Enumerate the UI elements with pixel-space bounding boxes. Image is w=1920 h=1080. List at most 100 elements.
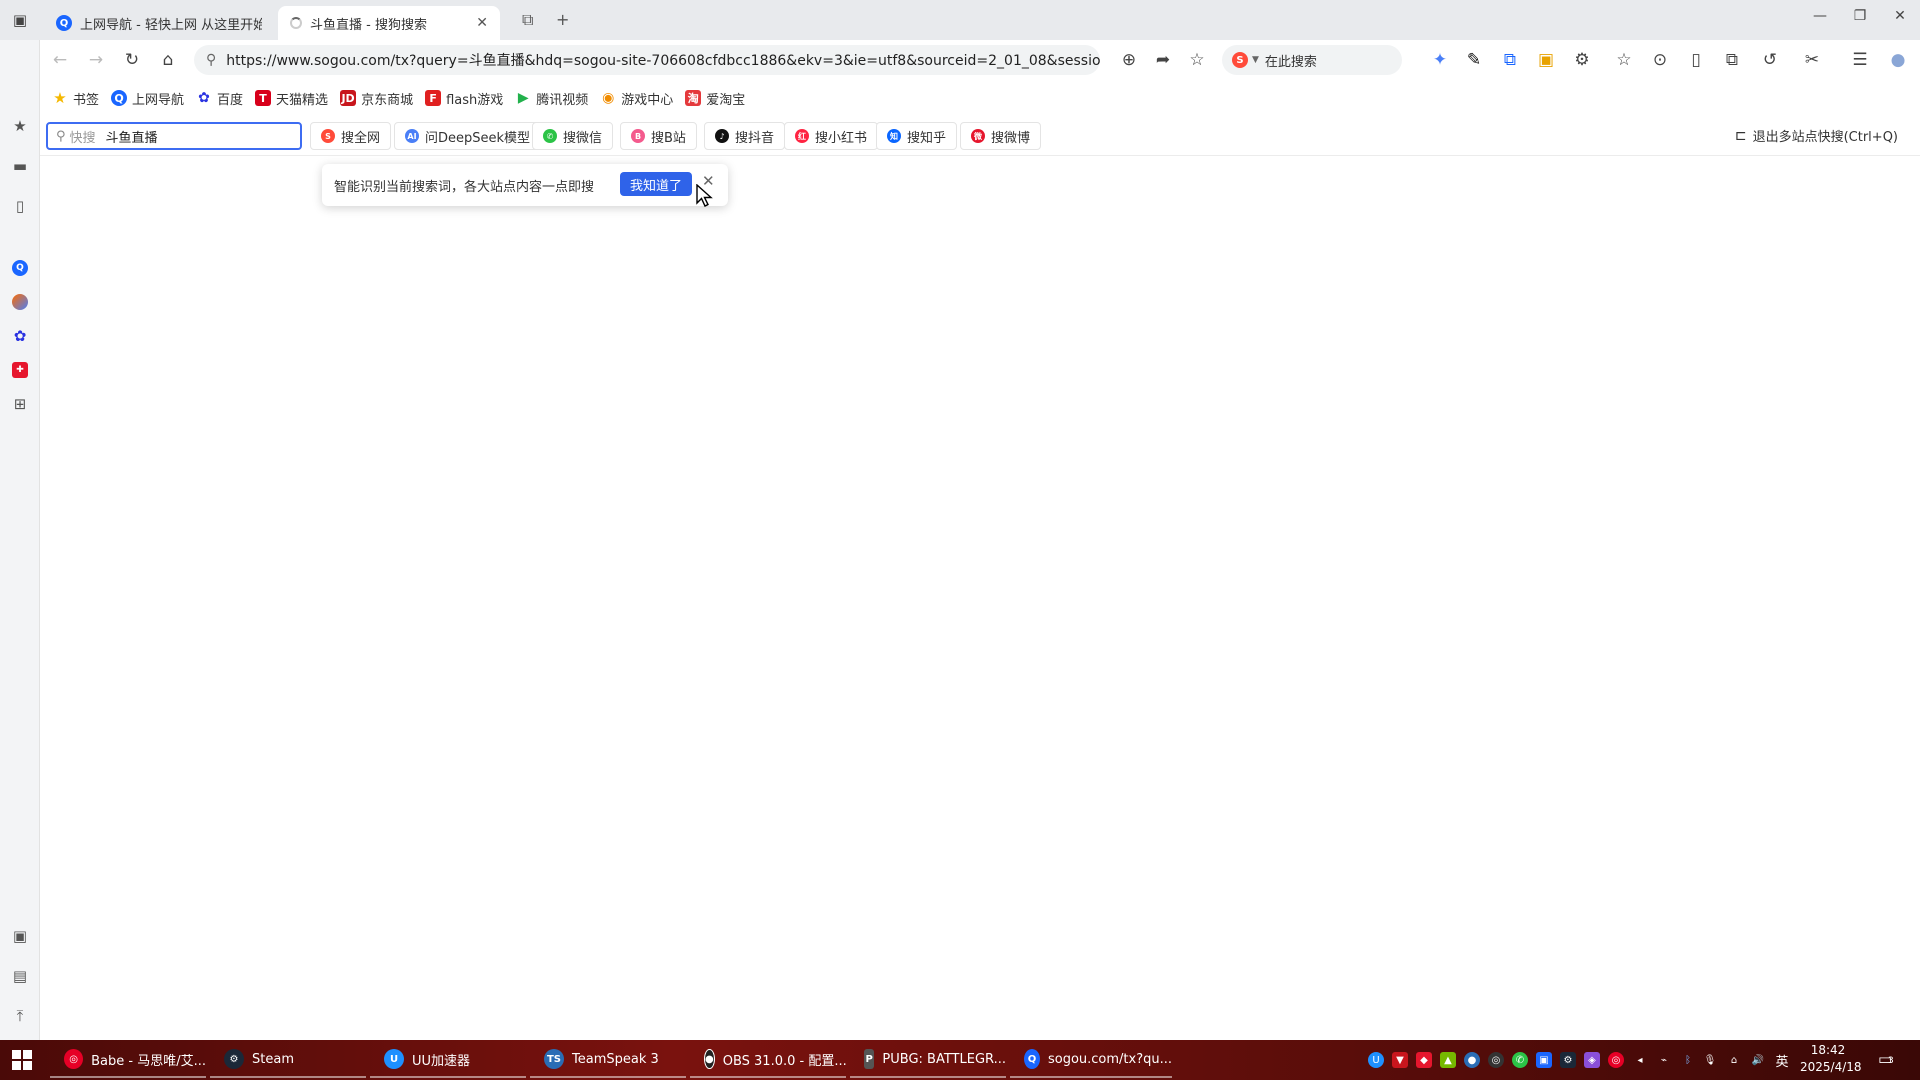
tencent-video-icon: ▶ bbox=[517, 90, 529, 106]
site-button-bilibili[interactable]: B 搜B站 bbox=[620, 122, 697, 150]
tray-network-icon[interactable]: ⌁ bbox=[1656, 1052, 1672, 1068]
taskbar-label: sogou.com/tx?qu... bbox=[1047, 1051, 1172, 1067]
bookmark-item[interactable]: JD 京东商城 bbox=[340, 89, 413, 108]
page-search-icon[interactable]: ⊕ bbox=[1117, 48, 1141, 72]
bookmark-item[interactable]: ◉ 游戏中心 bbox=[600, 89, 673, 108]
taskbar-item-obs[interactable]: ● OBS 31.0.0 - 配置... bbox=[690, 1042, 847, 1078]
taskbar-item-steam[interactable]: ⚙ Steam bbox=[210, 1042, 366, 1078]
cut-tool-icon[interactable]: ✂ bbox=[1800, 48, 1824, 72]
bookmark-item[interactable]: ▶ 腾讯视频 bbox=[515, 89, 588, 108]
download-icon[interactable]: ⊙ bbox=[1648, 48, 1672, 72]
tray-volume-small-icon[interactable]: ◂ bbox=[1632, 1052, 1648, 1068]
avatar[interactable]: ● bbox=[1886, 48, 1910, 72]
sidebar-media-icon[interactable]: ▣ bbox=[8, 924, 32, 948]
tray-uu-icon[interactable]: U bbox=[1368, 1052, 1384, 1068]
forward-icon[interactable]: → bbox=[84, 48, 108, 72]
tray-red-icon[interactable]: ▼ bbox=[1392, 1052, 1408, 1068]
tab-sidebar-toggle-icon[interactable]: ▣ bbox=[8, 10, 32, 30]
sidebar-qq-browser-icon[interactable]: Q bbox=[8, 256, 32, 280]
address-bar[interactable]: ⚲ https://www.sogou.com/tx?query=斗鱼直播&hd… bbox=[194, 45, 1100, 75]
taskbar-item-music[interactable]: ◎ Babe - 马思唯/艾... bbox=[50, 1042, 206, 1078]
minimize-icon[interactable]: — bbox=[1800, 8, 1840, 24]
tray-game-icon[interactable]: ◆ bbox=[1416, 1052, 1432, 1068]
site-button-zhihu[interactable]: 知 搜知乎 bbox=[876, 122, 958, 150]
tray-teamspeak-icon[interactable]: ● bbox=[1464, 1052, 1480, 1068]
tab-group-icon[interactable]: ⧉ bbox=[522, 10, 533, 30]
bookmark-item[interactable]: ★ 书签 bbox=[52, 89, 99, 108]
taskbar-item-uu[interactable]: U UU加速器 bbox=[370, 1042, 526, 1078]
tray-blue-app-icon[interactable]: ▣ bbox=[1536, 1052, 1552, 1068]
tray-wechat-icon[interactable]: ✆ bbox=[1512, 1052, 1528, 1068]
sidebar-add-icon[interactable]: ⊞ bbox=[8, 392, 32, 416]
toolbox-icon[interactable]: ▤ bbox=[8, 964, 32, 988]
site-button-douyin[interactable]: ♪ 搜抖音 bbox=[704, 122, 786, 150]
exit-multi-search-button[interactable]: ⊏ 退出多站点快搜(Ctrl+Q) bbox=[1735, 126, 1898, 146]
search-box[interactable]: S ▼ 在此搜索 bbox=[1222, 45, 1402, 75]
taskbar-item-pubg[interactable]: P PUBG: BATTLEGR... bbox=[850, 1042, 1006, 1078]
windows-start-icon[interactable] bbox=[12, 1050, 32, 1070]
extensions-icon[interactable]: ⚙ bbox=[1570, 48, 1594, 72]
speaker-icon[interactable]: 🔊 bbox=[1750, 1052, 1766, 1068]
bookmark-item[interactable]: Q 上网导航 bbox=[111, 89, 184, 108]
tray-music-icon[interactable]: ◎ bbox=[1608, 1052, 1624, 1068]
folder-icon[interactable]: ▬ bbox=[8, 154, 32, 178]
bookmark-item[interactable]: F flash游戏 bbox=[425, 89, 503, 108]
pin-icon[interactable]: ⤒ bbox=[8, 1004, 32, 1028]
reading-icon[interactable]: ▯ bbox=[1684, 48, 1708, 72]
tray-purple-app-icon[interactable]: ◈ bbox=[1584, 1052, 1600, 1068]
window-close-icon[interactable]: ✕ bbox=[1880, 8, 1920, 24]
restore-icon[interactable]: ❐ bbox=[1840, 8, 1880, 24]
bookmark-item[interactable]: 淘 爱淘宝 bbox=[685, 89, 745, 108]
sidebar-baidu-icon[interactable]: ✿ bbox=[8, 324, 32, 348]
qq-browser-icon: Q bbox=[1024, 1049, 1040, 1069]
microphone-icon[interactable]: 🎙 bbox=[1702, 1052, 1718, 1068]
taskbar-item-browser[interactable]: Q sogou.com/tx?qu... bbox=[1010, 1042, 1172, 1078]
reload-icon[interactable]: ↻ bbox=[120, 48, 144, 72]
favorites-icon[interactable]: ☆ bbox=[1612, 48, 1636, 72]
new-tab-icon[interactable]: + bbox=[556, 10, 569, 29]
translate-icon[interactable]: ⧉ bbox=[1498, 48, 1522, 72]
menu-icon[interactable]: ☰ bbox=[1848, 48, 1872, 72]
tray-steam-icon[interactable]: ⚙ bbox=[1560, 1052, 1576, 1068]
tab-navigation[interactable]: Q 上网导航 - 轻快上网 从这里开始 bbox=[44, 6, 274, 40]
site-button-deepseek[interactable]: AI 问DeepSeek模型 bbox=[394, 122, 542, 150]
site-button-weibo[interactable]: 微 搜微博 bbox=[960, 122, 1042, 150]
tab-close-icon[interactable]: ✕ bbox=[476, 15, 488, 31]
window-icon[interactable]: ⧉ bbox=[1720, 48, 1744, 72]
got-it-button[interactable]: 我知道了 bbox=[620, 172, 692, 196]
sogou-engine-icon[interactable]: S bbox=[1232, 52, 1248, 68]
wifi-icon[interactable]: ⌂ bbox=[1726, 1052, 1742, 1068]
favorites-star-icon[interactable]: ★ bbox=[8, 114, 32, 138]
sidebar-ai-icon[interactable] bbox=[8, 290, 32, 314]
ai-assistant-icon[interactable]: ✦ bbox=[1428, 48, 1452, 72]
taskbar-item-teamspeak[interactable]: TS TeamSpeak 3 bbox=[530, 1042, 686, 1078]
site-label: 搜微博 bbox=[991, 130, 1031, 146]
site-label: 搜知乎 bbox=[907, 130, 947, 146]
site-button-all[interactable]: S 搜全网 bbox=[310, 122, 392, 150]
screenshot-icon[interactable]: ✎ bbox=[1462, 48, 1486, 72]
quick-search-input[interactable] bbox=[105, 128, 256, 144]
bookmark-item[interactable]: T 天猫精选 bbox=[255, 89, 328, 108]
tray-obs-icon[interactable]: ◎ bbox=[1488, 1052, 1504, 1068]
bookmark-star-icon[interactable]: ☆ bbox=[1185, 48, 1209, 72]
history-icon[interactable]: ↺ bbox=[1758, 48, 1782, 72]
notification-center-icon[interactable]: ▭ 3 bbox=[1878, 1050, 1900, 1070]
bookmark-item[interactable]: ✿ 百度 bbox=[196, 89, 243, 108]
address-url[interactable]: https://www.sogou.com/tx?query=斗鱼直播&hdq=… bbox=[226, 50, 1100, 70]
share-icon[interactable]: ➦ bbox=[1151, 48, 1175, 72]
baidu-icon: ✿ bbox=[198, 90, 210, 106]
site-button-xiaohongshu[interactable]: 红 搜小红书 bbox=[784, 122, 879, 150]
quick-search-box[interactable]: ⚲ 快搜 bbox=[46, 122, 302, 150]
bluetooth-icon[interactable]: ᛒ bbox=[1680, 1052, 1696, 1068]
chevron-down-icon[interactable]: ▼ bbox=[1252, 55, 1259, 65]
tray-nvidia-icon[interactable]: ▲ bbox=[1440, 1052, 1456, 1068]
clock[interactable]: 18:42 2025/4/18 bbox=[1800, 1042, 1862, 1076]
sidebar-red-app-icon[interactable]: ✚ bbox=[8, 358, 32, 382]
tab-sogou-search[interactable]: 斗鱼直播 - 搜狗搜索 ✕ bbox=[278, 6, 500, 40]
file-icon[interactable]: ▣ bbox=[1534, 48, 1558, 72]
back-icon[interactable]: ← bbox=[48, 48, 72, 72]
ime-indicator[interactable]: 英 bbox=[1774, 1052, 1790, 1070]
home-icon[interactable]: ⌂ bbox=[156, 48, 180, 72]
phone-icon[interactable]: ▯ bbox=[8, 194, 32, 218]
site-button-wechat[interactable]: ✆ 搜微信 bbox=[532, 122, 614, 150]
